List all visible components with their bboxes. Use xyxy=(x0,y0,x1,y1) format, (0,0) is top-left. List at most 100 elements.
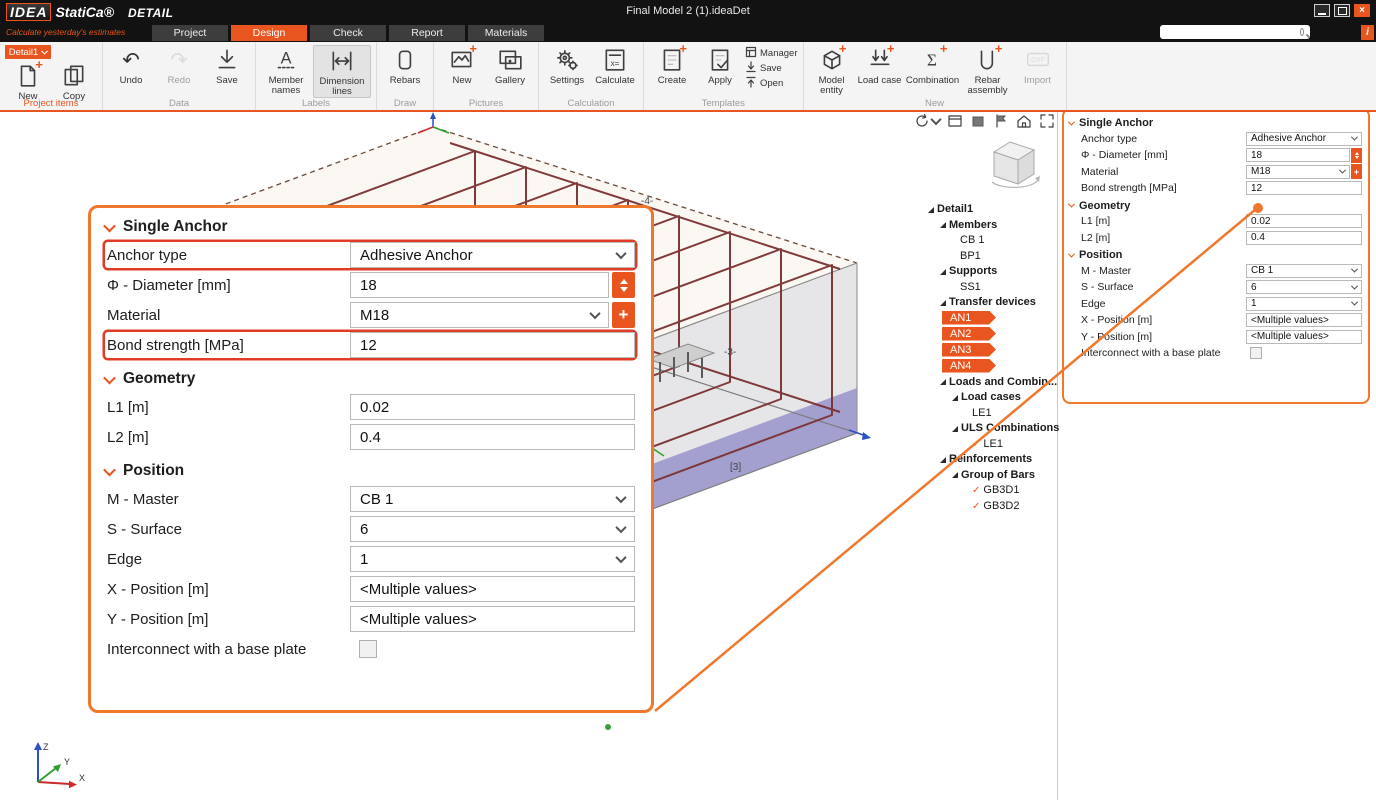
section-header[interactable]: Single Anchor xyxy=(1069,117,1362,129)
undo-button[interactable]: ↶ Undo xyxy=(108,45,154,86)
text-input[interactable]: <Multiple values> xyxy=(350,576,635,602)
close-button[interactable]: × xyxy=(1354,4,1370,17)
spinner-buttons[interactable] xyxy=(1351,148,1362,163)
add-material-button[interactable]: + xyxy=(1351,164,1362,179)
template-open-button[interactable]: Open xyxy=(745,77,798,89)
copy-project-item-button[interactable]: Copy xyxy=(51,61,97,102)
dropdown[interactable]: M18 xyxy=(1246,165,1350,179)
dropdown[interactable]: CB 1 xyxy=(1246,264,1362,278)
tree-item[interactable]: AN2 xyxy=(942,327,996,341)
checkbox[interactable] xyxy=(1250,347,1262,359)
spin-up-icon[interactable] xyxy=(620,279,628,284)
section-header[interactable]: Position xyxy=(1069,249,1362,261)
navigation-cube[interactable] xyxy=(984,128,1048,197)
tab-report[interactable]: Report xyxy=(389,25,465,41)
text-input[interactable]: 0.02 xyxy=(350,394,635,420)
expander-icon[interactable] xyxy=(940,300,946,306)
template-save-button[interactable]: Save xyxy=(745,62,798,74)
rebar-assembly-button[interactable]: + Rebar assembly xyxy=(963,45,1013,96)
tree-item[interactable]: ✓LE1 xyxy=(926,437,1056,452)
tab-materials[interactable]: Materials xyxy=(468,25,544,41)
expander-icon[interactable] xyxy=(952,472,958,478)
spin-down-icon[interactable] xyxy=(620,287,628,292)
combination-button[interactable]: Σ+ Combination xyxy=(905,45,961,86)
dropdown[interactable]: Adhesive Anchor xyxy=(350,242,635,268)
add-material-button[interactable]: + xyxy=(612,302,635,328)
text-input[interactable]: 0.4 xyxy=(350,424,635,450)
tree-item[interactable]: SS1 xyxy=(926,280,1056,295)
tab-design[interactable]: Design xyxy=(231,25,307,41)
calculate-button[interactable]: x= Calculate xyxy=(592,45,638,86)
dimension-lines-button[interactable]: Dimension lines xyxy=(313,45,371,98)
tree-item[interactable]: Transfer devices xyxy=(926,295,1056,310)
info-button[interactable]: i xyxy=(1361,25,1374,40)
tree-item[interactable]: ✓GB3D2 xyxy=(926,499,1056,514)
section-header[interactable]: Geometry xyxy=(105,370,637,388)
spin-up-icon[interactable] xyxy=(1355,152,1359,155)
tree-item[interactable]: LE1 xyxy=(926,406,1056,421)
tree-item[interactable]: AN4 xyxy=(942,359,996,373)
expander-icon[interactable] xyxy=(952,426,958,432)
tab-project[interactable]: Project xyxy=(152,25,228,41)
tree-item[interactable]: Detail1 xyxy=(926,202,1056,217)
dropdown[interactable]: 1 xyxy=(1246,297,1362,311)
model-entity-button[interactable]: + Model entity xyxy=(809,45,855,96)
section-header[interactable]: Geometry xyxy=(1069,200,1362,212)
text-input[interactable]: <Multiple values> xyxy=(1246,313,1362,327)
text-input[interactable]: 18 xyxy=(1246,148,1350,162)
settings-button[interactable]: Settings xyxy=(544,45,590,86)
member-names-button[interactable]: A Member names xyxy=(261,45,311,96)
solid-view-button[interactable] xyxy=(970,113,986,129)
dropdown[interactable]: CB 1 xyxy=(350,486,635,512)
spinner-buttons[interactable] xyxy=(612,272,635,298)
maximize-button[interactable] xyxy=(1334,4,1350,17)
tree-item[interactable]: ✓GB3D1 xyxy=(926,483,1056,498)
expander-icon[interactable] xyxy=(928,207,934,213)
apply-template-button[interactable]: Apply xyxy=(697,45,743,86)
dropdown[interactable]: 1 xyxy=(350,546,635,572)
zoom-fit-button[interactable] xyxy=(1039,113,1055,129)
dropdown[interactable]: 6 xyxy=(1246,280,1362,294)
tree-item[interactable]: Supports xyxy=(926,264,1056,279)
rebars-button[interactable]: Rebars xyxy=(382,45,428,86)
text-input[interactable]: 18 xyxy=(350,272,609,298)
template-manager-button[interactable]: Manager xyxy=(745,47,798,59)
tree-item[interactable]: CB 1 xyxy=(926,233,1056,248)
gallery-button[interactable]: Gallery xyxy=(487,45,533,86)
tree-item[interactable]: AN1 xyxy=(942,311,996,325)
tree-item[interactable]: Reinforcements xyxy=(926,452,1056,467)
minimize-button[interactable] xyxy=(1314,4,1330,17)
home-view-button[interactable] xyxy=(1016,113,1032,129)
search-input[interactable] xyxy=(1164,25,1300,39)
tree-item[interactable]: ULS Combinations xyxy=(926,421,1056,436)
load-case-button[interactable]: + Load case xyxy=(857,45,903,86)
expander-icon[interactable] xyxy=(940,457,946,463)
dropdown[interactable]: Adhesive Anchor xyxy=(1246,132,1362,146)
dropdown[interactable]: M18 xyxy=(350,302,609,328)
viewport-window-button[interactable] xyxy=(947,113,963,129)
tree-item[interactable]: BP1 xyxy=(926,249,1056,264)
tree-item[interactable]: Members xyxy=(926,218,1056,233)
view-rotate-button[interactable] xyxy=(914,113,940,129)
text-input[interactable]: <Multiple values> xyxy=(1246,330,1362,344)
tree-item[interactable]: Group of Bars xyxy=(926,468,1056,483)
expander-icon[interactable] xyxy=(940,379,946,385)
detail-selector[interactable]: Detail1 xyxy=(5,45,51,59)
spin-down-icon[interactable] xyxy=(1355,156,1359,159)
dropdown[interactable]: 6 xyxy=(350,516,635,542)
clipping-flag-button[interactable] xyxy=(993,113,1009,129)
expander-icon[interactable] xyxy=(952,395,958,401)
new-picture-button[interactable]: + New xyxy=(439,45,485,86)
checkbox[interactable] xyxy=(359,640,377,658)
new-project-item-button[interactable]: + New xyxy=(5,61,51,102)
text-input[interactable]: 12 xyxy=(350,332,635,358)
expander-icon[interactable] xyxy=(940,269,946,275)
tree-item[interactable]: Load cases xyxy=(926,390,1056,405)
tree-item[interactable]: Loads and Combin... xyxy=(926,375,1056,390)
search-icon[interactable] xyxy=(1300,28,1304,36)
expander-icon[interactable] xyxy=(940,222,946,228)
save-button[interactable]: Save xyxy=(204,45,250,86)
text-input[interactable]: 0.4 xyxy=(1246,231,1362,245)
section-header[interactable]: Position xyxy=(105,462,637,480)
create-template-button[interactable]: + Create xyxy=(649,45,695,86)
